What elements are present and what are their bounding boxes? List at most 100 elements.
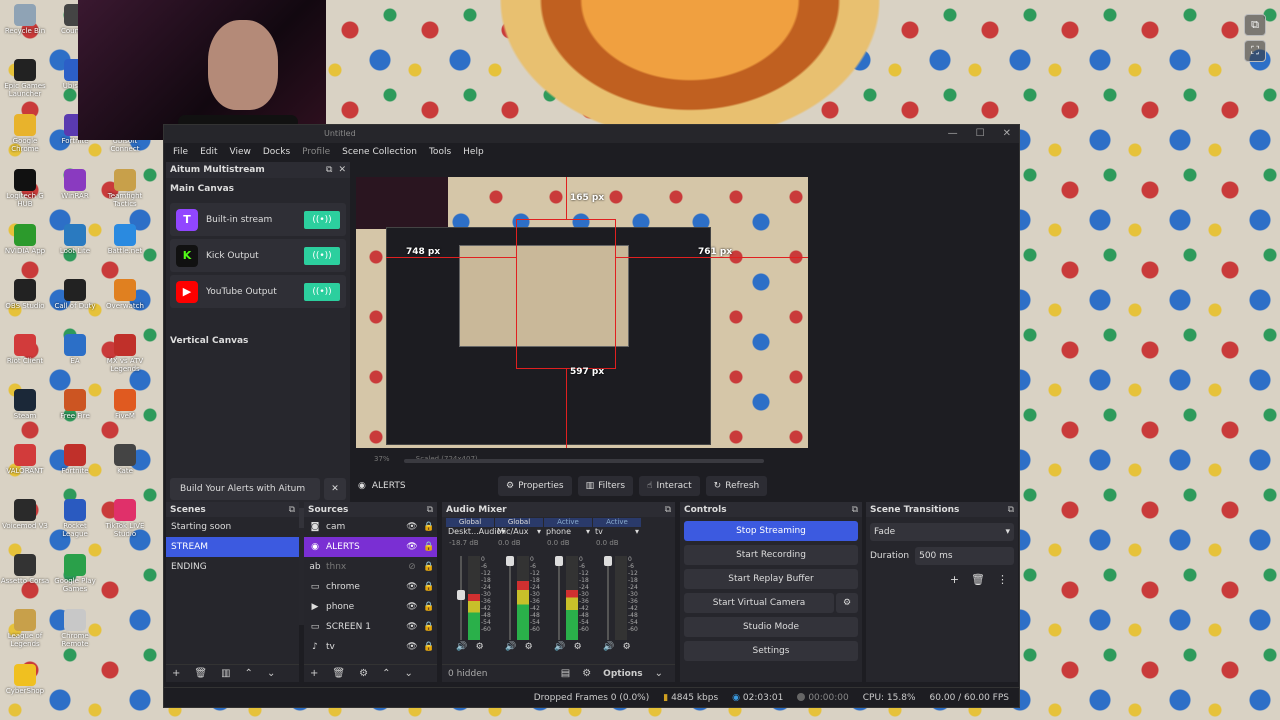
float-icon[interactable]: ⧉ [1008,505,1014,515]
desktop-icon[interactable]: Chrome Remote [50,609,100,648]
start-replay-buffer-button[interactable]: Start Replay Buffer [684,569,858,589]
preview-scrollbar[interactable] [404,459,764,463]
desktop-icon[interactable]: Free Fire [50,389,100,420]
float-icon[interactable]: ⧉ [289,505,295,515]
interact-button[interactable]: ☝ Interact [639,476,700,496]
channel-name[interactable]: Mic/Aux ▾ [495,527,543,539]
options-button[interactable]: Options [603,669,642,679]
program-preview[interactable]: 165 px 748 px 761 px 597 px [356,177,808,448]
maximize-icon[interactable]: ☐ [976,125,985,143]
desktop-icon[interactable]: Loot Lite [50,224,100,255]
chevron-up-icon[interactable]: ⌃ [245,668,253,679]
eye-icon[interactable]: 👁 [405,642,419,652]
volume-fader[interactable] [506,556,514,640]
source-item[interactable]: ▶ phone 👁 🔒 [304,597,437,617]
scene-item[interactable]: ENDING [166,557,299,577]
volume-fader[interactable] [604,556,612,640]
desktop-icon[interactable]: NVIDIA App [0,224,50,255]
transition-select[interactable]: Fade ▾ [870,523,1014,541]
eye-icon[interactable]: 👁 [405,602,419,612]
mute-icon[interactable]: 🔊 [603,642,614,652]
desktop-icon[interactable]: VALORANT [0,444,50,475]
eye-icon[interactable]: 👁 [405,622,419,632]
volume-fader[interactable] [555,556,563,640]
more-icon[interactable]: ⋮ [997,573,1008,586]
eye-icon[interactable]: 👁 [405,582,419,592]
window-icon[interactable]: ⧉ [1244,14,1266,36]
lock-icon[interactable]: 🔒 [423,622,434,632]
settings-button[interactable]: Settings [684,641,858,661]
eye-icon[interactable]: 👁 [405,522,419,532]
chevron-down-icon[interactable]: ▾ [537,527,541,539]
fader-knob[interactable] [604,556,612,566]
gear-icon[interactable]: ⚙ [359,668,368,679]
build-alerts-button[interactable]: Build Your Alerts with Aitum [170,478,320,500]
source-item[interactable]: ♪ tv 👁 🔒 [304,637,437,657]
filters-button[interactable]: ▥ Filters [577,476,634,496]
eye-hidden-icon[interactable]: ⊘ [405,562,419,572]
desktop-icon[interactable]: Overwatch [100,279,150,310]
desktop-icon[interactable]: Google Chrome [0,114,50,153]
add-icon[interactable]: + [310,668,318,679]
volume-fader[interactable] [457,556,465,640]
desktop-icon[interactable]: League of Legends [0,609,50,648]
desktop-icon[interactable]: Riot Client [0,334,50,365]
gear-icon[interactable]: ⚙ [836,593,858,613]
desktop-icon[interactable]: CyberShop [0,664,50,695]
properties-button[interactable]: ⚙ Properties [498,476,572,496]
fader-knob[interactable] [457,590,465,600]
refresh-button[interactable]: ↻ Refresh [705,476,768,496]
scene-item[interactable]: STREAM [166,537,299,557]
channel-settings-icon[interactable]: ⚙ [476,642,484,652]
add-icon[interactable]: + [950,573,959,586]
desktop-icon[interactable]: MX vs ATV Legends [100,334,150,373]
trash-icon[interactable]: 🗑 [971,573,985,586]
desktop-icon[interactable]: Voicemod V3 [0,499,50,530]
start-virtual-camera-button[interactable]: Start Virtual Camera [684,593,834,613]
stream-toggle-button[interactable]: ((•)) [304,246,340,265]
desktop-icon[interactable]: OBS Studio [0,279,50,310]
channel-settings-icon[interactable]: ⚙ [623,642,631,652]
channel-name[interactable]: phone ▾ [544,527,592,539]
source-item[interactable]: ◉ ALERTS 👁 🔒 [304,537,437,557]
lock-icon[interactable]: 🔒 [423,562,434,572]
desktop-icon[interactable]: Google Play Games [50,554,100,593]
menu-tools[interactable]: Tools [423,147,457,157]
duration-input[interactable]: 500 ms [915,547,1014,565]
stop-streaming-button[interactable]: Stop Streaming [684,521,858,541]
trash-icon[interactable]: 🗑 [194,668,207,679]
start-recording-button[interactable]: Start Recording [684,545,858,565]
desktop-icon[interactable]: TikTok LIVE Studio [100,499,150,538]
desktop-icon[interactable]: Epic Games Launcher [0,59,50,98]
lock-icon[interactable]: 🔒 [423,522,434,532]
lock-icon[interactable]: 🔒 [423,542,434,552]
mute-icon[interactable]: 🔊 [505,642,516,652]
desktop-icon[interactable]: Battle.net [100,224,150,255]
desktop-icon[interactable]: Steam [0,389,50,420]
close-icon[interactable]: ✕ [1003,125,1011,143]
lock-icon[interactable]: 🔒 [423,582,434,592]
desktop-icon[interactable]: Fortnite [50,444,100,475]
desktop-icon[interactable]: FiveM [100,389,150,420]
chevron-down-icon[interactable]: ⌄ [404,668,412,679]
close-icon[interactable]: ✕ [338,165,346,175]
channel-name[interactable]: Deskt...Audio ▾ [446,527,505,539]
desktop-icon[interactable]: WinRAR [50,169,100,200]
menu-docks[interactable]: Docks [257,147,296,157]
chevron-down-icon[interactable]: ⌄ [655,668,663,679]
fader-knob[interactable] [555,556,563,566]
fader-knob[interactable] [506,556,514,566]
channel-settings-icon[interactable]: ⚙ [525,642,533,652]
mute-icon[interactable]: 🔊 [456,642,467,652]
layout-icon[interactable]: ▤ [561,668,570,679]
lock-icon[interactable]: 🔒 [423,602,434,612]
menu-profile[interactable]: Profile [296,147,336,157]
selection-box[interactable] [516,219,616,369]
stream-toggle-button[interactable]: ((•)) [304,210,340,229]
float-icon[interactable]: ⧉ [852,505,858,515]
settings-icon[interactable]: ⚙ [582,668,591,679]
capture-icon[interactable]: ⛶ [1244,40,1266,62]
menu-help[interactable]: Help [457,147,490,157]
studio-mode-button[interactable]: Studio Mode [684,617,858,637]
chevron-up-icon[interactable]: ⌃ [382,668,390,679]
